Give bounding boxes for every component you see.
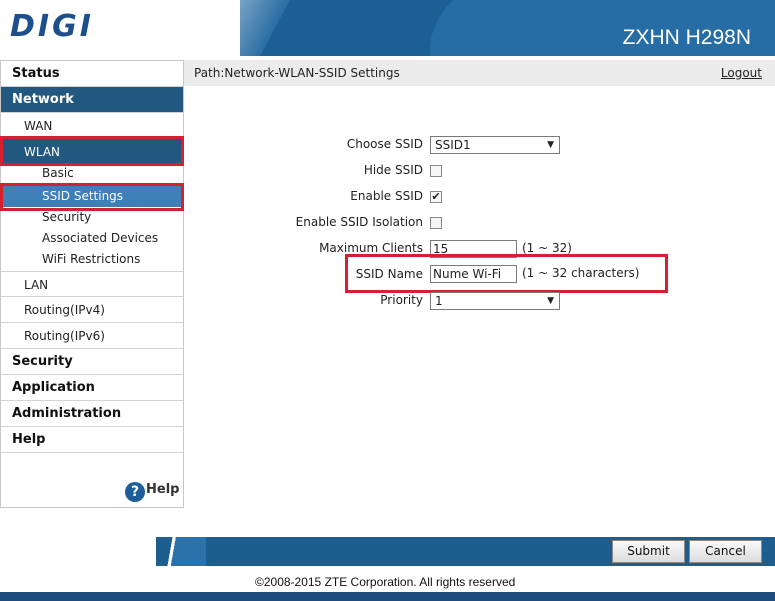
breadcrumb: Path:Network-WLAN-SSID Settings: [194, 66, 400, 80]
ssid-name-label: SSID Name: [355, 267, 423, 281]
copyright-text: ©2008-2015 ZTE Corporation. All rights r…: [255, 575, 516, 589]
ssid-name-hint: (1 ~ 32 characters): [522, 266, 640, 280]
sidebar-item-routing-ipv6[interactable]: Routing(IPv6): [1, 323, 183, 349]
enable-isolation-label: Enable SSID Isolation: [295, 215, 423, 229]
digi-logo: DIGI: [10, 9, 94, 44]
priority-value: 1: [435, 294, 443, 308]
sidebar-item-application[interactable]: Application: [1, 375, 183, 401]
sidebar-item-wifi-restrictions[interactable]: WiFi Restrictions: [1, 249, 183, 270]
sidebar-item-security[interactable]: Security: [1, 349, 183, 375]
priority-select[interactable]: 1 ▼: [430, 292, 560, 310]
choose-ssid-label: Choose SSID: [346, 137, 423, 151]
cancel-button[interactable]: Cancel: [689, 540, 762, 563]
sidebar-item-routing-ipv4[interactable]: Routing(IPv4): [1, 297, 183, 323]
wlan-highlight-box: [0, 136, 184, 166]
footer-strip: [0, 592, 775, 601]
dropdown-arrow-icon: ▼: [547, 296, 554, 306]
sidebar-item-basic[interactable]: Basic: [1, 163, 183, 184]
logout-link[interactable]: Logout: [721, 60, 762, 86]
max-clients-label: Maximum Clients: [319, 241, 423, 255]
sidebar-item-lan[interactable]: LAN: [1, 271, 183, 297]
max-clients-hint: (1 ~ 32): [522, 241, 572, 255]
sidebar-menu: Status Network WAN WLAN Basic SSID Setti…: [0, 60, 184, 508]
ssid-name-input[interactable]: Nume Wi-Fi: [430, 265, 517, 283]
path-bar: Path:Network-WLAN-SSID Settings Logout: [184, 60, 775, 86]
ssid-settings-highlight-box: [0, 183, 184, 211]
check-icon: ✔: [431, 190, 441, 203]
action-bar-decoration: [156, 537, 206, 566]
header-banner: DIGI ZXHN H298N: [0, 0, 775, 56]
sidebar-item-administration[interactable]: Administration: [1, 401, 183, 427]
enable-ssid-checkbox[interactable]: ✔: [430, 191, 442, 203]
choose-ssid-select[interactable]: SSID1 ▼: [430, 136, 560, 154]
submit-button[interactable]: Submit: [612, 540, 685, 563]
enable-isolation-checkbox[interactable]: [430, 217, 442, 229]
dropdown-arrow-icon: ▼: [547, 140, 554, 150]
sidebar-item-help[interactable]: Help: [1, 427, 183, 453]
priority-label: Priority: [380, 293, 423, 307]
choose-ssid-value: SSID1: [435, 138, 471, 152]
question-icon: ?: [125, 482, 145, 502]
hide-ssid-checkbox[interactable]: [430, 165, 442, 177]
help-link-label: Help: [146, 482, 180, 497]
sidebar-item-associated-devices[interactable]: Associated Devices: [1, 228, 183, 249]
help-link[interactable]: ? Help: [125, 482, 179, 502]
hide-ssid-label: Hide SSID: [363, 163, 423, 177]
enable-ssid-label: Enable SSID: [350, 189, 423, 203]
sidebar-item-status[interactable]: Status: [1, 61, 183, 87]
device-model: ZXHN H298N: [622, 26, 751, 49]
sidebar-item-network[interactable]: Network: [1, 87, 183, 113]
